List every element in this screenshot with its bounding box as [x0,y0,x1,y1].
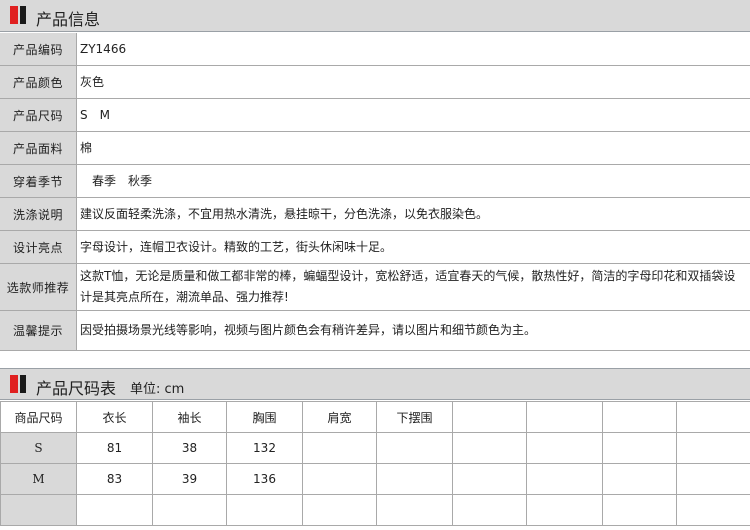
info-value: 春季 秋季 [80,173,153,188]
size-label-cell [0,494,77,526]
info-value: 棉 [80,140,93,155]
size-value-cell [226,494,303,526]
section-marker-icon [10,375,26,393]
info-row: 温馨提示 因受拍摄场景光线等影响，视频与图片颜色会有稍许差异，请以图片和细节颜色为… [0,311,750,351]
size-value-cell: 38 [152,432,227,464]
info-label: 洗涤说明 [0,198,77,230]
info-label: 产品编码 [0,33,77,65]
info-value: 字母设计，连帽卫衣设计。精致的工艺，街头休闲味十足。 [80,239,393,254]
size-column-header: 肩宽 [302,401,377,433]
table-row [0,494,750,526]
size-chart-title: 产品尺码表 [36,379,117,398]
info-label: 产品颜色 [0,66,77,98]
size-value-cell [302,494,377,526]
info-row: 产品尺码 S M [0,99,750,132]
size-table-header-row: 商品尺码 衣长 袖长 胸围 肩宽 下摆围 [0,401,750,433]
info-row: 穿着季节 春季 秋季 [0,165,750,198]
info-value: 建议反面轻柔洗涤，不宜用热水清洗，悬挂晾干，分色洗涤，以免衣服染色。 [80,206,489,221]
size-column-header: 下摆围 [376,401,453,433]
size-value-cell [302,463,377,495]
size-value-cell [76,494,153,526]
size-value-cell [602,463,677,495]
product-info-header: 产品信息 [0,0,750,32]
table-row: S 81 38 132 [0,432,750,464]
info-row: 产品颜色 灰色 [0,66,750,99]
size-value-cell: 132 [226,432,303,464]
info-value: 这款T恤，无论是质量和做工都非常的棒，蝙蝠型设计，宽松舒适，适宜春天的气候，散热… [80,269,736,304]
size-column-header: 胸围 [226,401,303,433]
size-value-cell: 81 [76,432,153,464]
size-chart-unit: 单位: cm [130,382,185,397]
info-label: 选款师推荐 [0,264,77,310]
info-row: 产品编码 ZY1466 [0,33,750,66]
size-value-cell [376,463,453,495]
size-column-header: 袖长 [152,401,227,433]
info-value: 灰色 [80,74,105,89]
size-value-cell [602,432,677,464]
info-row: 设计亮点 字母设计，连帽卫衣设计。精致的工艺，街头休闲味十足。 [0,231,750,264]
size-value-cell [676,432,750,464]
size-value-cell [376,432,453,464]
size-column-header [676,401,750,433]
size-label-cell: M [0,463,77,495]
size-value-cell: 39 [152,463,227,495]
size-value-cell [302,432,377,464]
table-row: M 83 39 136 [0,463,750,495]
info-value: 因受拍摄场景光线等影响，视频与图片颜色会有稍许差异，请以图片和细节颜色为主。 [80,323,537,337]
size-label-cell: S [0,432,77,464]
info-row: 洗涤说明 建议反面轻柔洗涤，不宜用热水清洗，悬挂晾干，分色洗涤，以免衣服染色。 [0,198,750,231]
size-value-cell: 136 [226,463,303,495]
info-row: 选款师推荐 这款T恤，无论是质量和做工都非常的棒，蝙蝠型设计，宽松舒适，适宜春天的… [0,264,750,311]
size-column-header [452,401,527,433]
product-info-title: 产品信息 [36,10,101,29]
info-label: 穿着季节 [0,165,77,197]
size-column-header: 衣长 [76,401,153,433]
info-row: 产品面料棉 [0,132,750,165]
size-column-header [602,401,677,433]
section-marker-icon [10,6,26,24]
size-chart-header: 产品尺码表 单位: cm [0,368,750,400]
info-label: 产品尺码 [0,99,77,131]
size-value-cell [526,494,603,526]
size-value-cell [452,494,527,526]
size-value-cell [676,494,750,526]
size-value-cell [526,463,603,495]
info-label: 产品面料 [0,132,77,164]
size-value-cell [602,494,677,526]
size-chart-table: 商品尺码 衣长 袖长 胸围 肩宽 下摆围 S 81 38 132 M 83 39 136 [0,401,750,526]
info-value: S M [80,107,110,122]
size-value-cell [526,432,603,464]
info-label: 设计亮点 [0,231,77,263]
info-label: 温馨提示 [0,311,77,350]
size-value-cell [452,432,527,464]
size-value-cell: 83 [76,463,153,495]
size-value-cell [676,463,750,495]
size-value-cell [452,463,527,495]
info-value: ZY1466 [80,41,127,56]
size-column-header [526,401,603,433]
size-value-cell [376,494,453,526]
size-column-header: 商品尺码 [0,401,77,433]
size-value-cell [152,494,227,526]
